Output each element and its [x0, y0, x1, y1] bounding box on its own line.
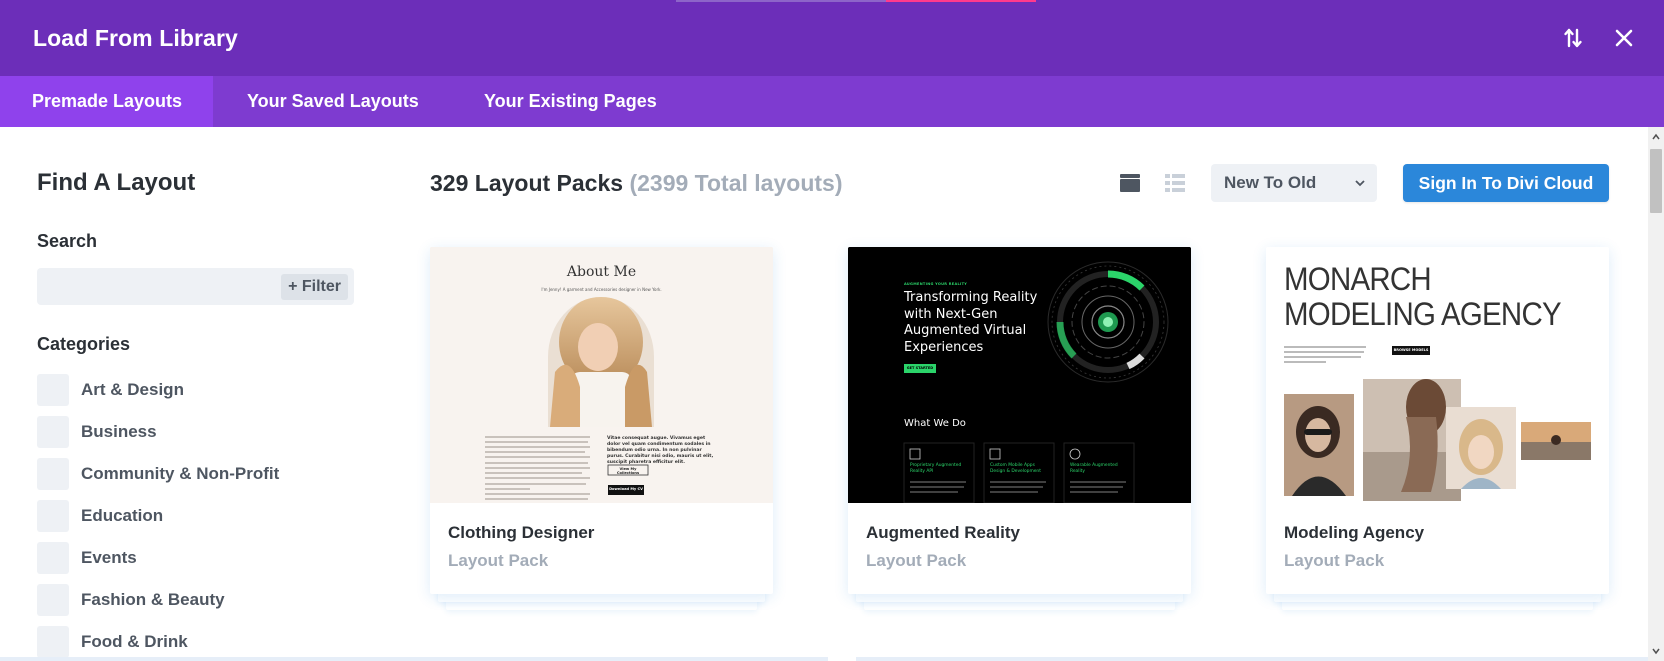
layout-pack-count: 329 Layout Packs (2399 Total layouts) [430, 170, 842, 197]
category-checkbox[interactable] [37, 500, 69, 532]
category-label: Education [81, 506, 164, 525]
scrollbar-thumb[interactable] [1650, 149, 1662, 213]
filter-button[interactable]: + Filter [281, 274, 348, 300]
card-face: MONARCH MODELING AGENCY BROWSE MODELS Mo… [1266, 247, 1609, 594]
thumb-button-2: Download My CV [609, 487, 643, 491]
layout-name: Augmented Reality [866, 523, 1020, 542]
find-layout-heading: Find A Layout [37, 169, 196, 196]
category-art-design[interactable]: Art & Design [37, 374, 184, 406]
thumb-subheading: I'm Jenny! A garment and Accessories des… [541, 287, 662, 292]
category-education[interactable]: Education [37, 500, 163, 532]
layout-card-modeling-agency[interactable]: MONARCH MODELING AGENCY BROWSE MODELS Mo… [1266, 247, 1609, 610]
thumb-eyebrow: AUGMENTING YOUR REALITY [904, 282, 968, 286]
background-peek [676, 0, 886, 2]
layout-card-clothing-designer[interactable]: About Me I'm Jenny! A garment and Access… [430, 247, 773, 610]
tab-saved-layouts[interactable]: Your Saved Layouts [213, 76, 433, 127]
headline-line: Augmented Virtual [904, 323, 1027, 338]
background-peek-accent [886, 0, 1036, 2]
thumb-section-title: What We Do [904, 418, 966, 429]
thumb-button-1: View My Collections [616, 467, 640, 475]
thumb-cta: BROWSE MODELS [1393, 348, 1429, 352]
scroll-down-icon[interactable] [1652, 647, 1660, 655]
headline-line: Transforming Reality [904, 290, 1038, 305]
category-food-drink[interactable]: Food & Drink [37, 626, 188, 658]
category-events[interactable]: Events [37, 542, 137, 574]
grid-view-button[interactable] [1118, 171, 1142, 195]
thumb-feature: Wearable Augmented Reality [1070, 463, 1118, 474]
categories-label: Categories [37, 334, 131, 354]
thumb-feature: Custom Mobile Apps Design & Development [990, 463, 1041, 474]
layout-thumbnail: AUGMENTING YOUR REALITY Transforming Rea… [848, 247, 1191, 503]
tab-premade-layouts[interactable]: Premade Layouts [0, 76, 213, 127]
headline-line: Experiences [904, 339, 984, 355]
layout-thumbnail: About Me I'm Jenny! A garment and Access… [430, 247, 773, 503]
category-checkbox[interactable] [37, 584, 69, 616]
category-checkbox[interactable] [37, 374, 69, 406]
close-button[interactable] [1610, 24, 1638, 52]
headline-line: MONARCH [1284, 261, 1432, 297]
thumb-cta: GET STARTED [906, 366, 934, 370]
sort-order-select[interactable]: New To Old [1211, 164, 1377, 202]
headline-line: MODELING AGENCY [1284, 296, 1562, 332]
category-business[interactable]: Business [37, 416, 157, 448]
thumb-side-text: Vitae consequat augue. Vivamus eget dolo… [607, 436, 714, 465]
category-label: Events [81, 548, 137, 567]
search-label: Search [37, 231, 98, 251]
sort-selected-value: New To Old [1224, 173, 1317, 192]
layout-name: Modeling Agency [1284, 523, 1425, 542]
next-row-edge [856, 657, 1648, 661]
sort-arrows-icon [1564, 28, 1582, 48]
card-face: About Me I'm Jenny! A garment and Access… [430, 247, 773, 594]
thumb-headline: MONARCH MODELING AGENCY [1284, 261, 1562, 332]
headline-line: with Next-Gen [904, 306, 998, 322]
pack-count-text: 329 Layout Packs [430, 170, 624, 196]
sort-toggle-button[interactable] [1559, 24, 1587, 52]
search-input[interactable]: + Filter [37, 268, 354, 305]
category-checkbox[interactable] [37, 416, 69, 448]
modal-header: Load From Library [0, 0, 1664, 76]
layout-card-augmented-reality[interactable]: AUGMENTING YOUR REALITY Transforming Rea… [848, 247, 1191, 610]
tab-existing-pages[interactable]: Your Existing Pages [433, 76, 673, 127]
category-checkbox[interactable] [37, 542, 69, 574]
thumb-heading: About Me [566, 264, 637, 280]
clothing-designer-preview [430, 247, 773, 503]
close-icon [1615, 29, 1633, 47]
layout-type: Layout Pack [448, 551, 549, 570]
category-label: Food & Drink [81, 632, 188, 651]
category-label: Art & Design [81, 380, 184, 399]
layout-type: Layout Pack [1284, 551, 1385, 570]
thumb-feature: Proprietary Augmented Reality API [910, 463, 962, 474]
category-checkbox[interactable] [37, 626, 69, 658]
category-checkbox[interactable] [37, 458, 69, 490]
library-modal: Load From Library Premade Layouts Your S… [0, 0, 1664, 661]
list-view-button[interactable] [1163, 171, 1187, 195]
category-fashion-beauty[interactable]: Fashion & Beauty [37, 584, 225, 616]
vertical-scrollbar[interactable] [1648, 127, 1664, 661]
category-label: Business [81, 422, 157, 441]
modal-title: Load From Library [33, 25, 238, 51]
chevron-down-icon [1355, 180, 1365, 187]
sign-in-divi-cloud-button[interactable]: Sign In To Divi Cloud [1403, 164, 1609, 202]
layout-name: Clothing Designer [448, 523, 595, 542]
card-face: AUGMENTING YOUR REALITY Transforming Rea… [848, 247, 1191, 594]
category-community-non-profit[interactable]: Community & Non-Profit [37, 458, 279, 490]
list-view-icon [1165, 174, 1185, 192]
layout-type: Layout Pack [866, 551, 967, 570]
category-label: Community & Non-Profit [81, 464, 280, 483]
category-label: Fashion & Beauty [81, 590, 225, 609]
next-row-edge [0, 657, 828, 661]
scroll-up-icon[interactable] [1652, 133, 1660, 141]
library-tabs: Premade Layouts Your Saved Layouts Your … [0, 76, 1664, 127]
thumb-headline: Transforming Reality with Next-Gen Augme… [904, 290, 1037, 356]
layout-thumbnail: MONARCH MODELING AGENCY BROWSE MODELS [1266, 247, 1609, 503]
grid-view-icon [1120, 174, 1140, 192]
total-layouts-text: (2399 Total layouts) [629, 170, 843, 196]
